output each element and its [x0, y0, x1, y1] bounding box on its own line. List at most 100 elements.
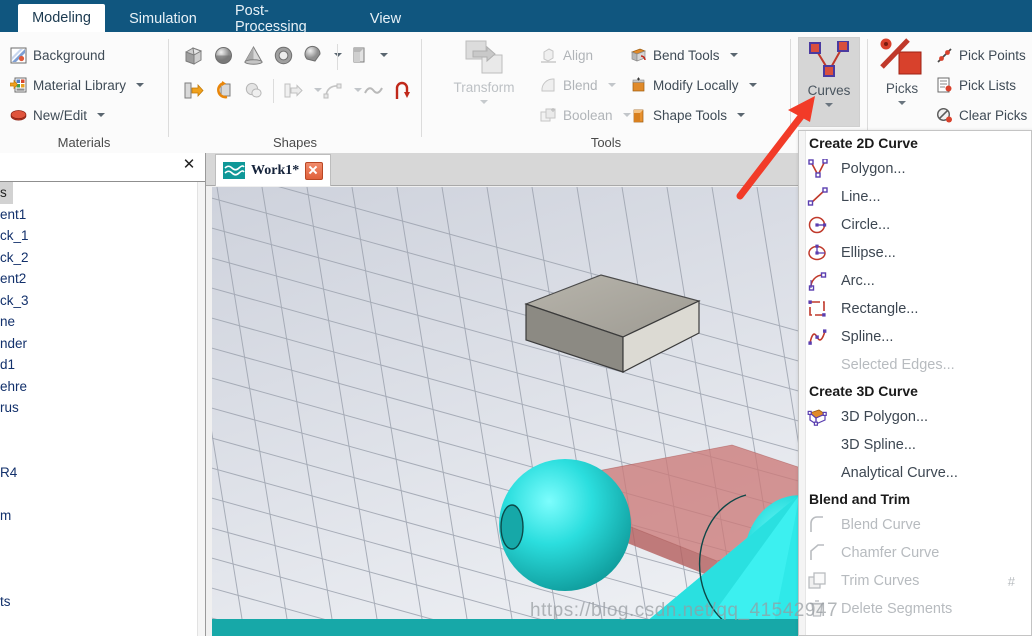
application-window: Modeling Simulation Post-Processing View…	[0, 0, 1032, 636]
menu-item-spline[interactable]: Spline...	[799, 323, 1031, 351]
shape-tools-button[interactable]: Shape Tools	[630, 104, 746, 126]
tree-item[interactable]	[0, 569, 205, 591]
tree-item[interactable]: ent1	[0, 204, 205, 226]
tab-view[interactable]: View	[358, 5, 413, 32]
cyan-sphere	[499, 459, 631, 591]
model-tree-scrollbar[interactable]	[197, 182, 205, 636]
menu-item-delete-segments: Delete Segments	[799, 595, 1031, 623]
menu-item-3d-spline[interactable]: 3D Spline...	[799, 431, 1031, 459]
chevron-down-icon[interactable]	[898, 101, 906, 105]
tree-item[interactable]: nder	[0, 333, 205, 355]
bend-tools-button[interactable]: Bend Tools	[630, 44, 738, 66]
chevron-down-icon[interactable]	[314, 88, 322, 92]
chevron-down-icon[interactable]	[480, 100, 488, 104]
helix-button[interactable]	[323, 79, 362, 101]
tab-modeling[interactable]: Modeling	[18, 4, 105, 32]
chevron-down-icon[interactable]	[97, 113, 106, 117]
tree-item[interactable]	[0, 526, 205, 548]
boolean-button[interactable]: Boolean	[540, 104, 631, 126]
close-icon[interactable]	[305, 161, 324, 180]
curves-button[interactable]: Curves	[798, 37, 860, 127]
bend-tools-label: Bend Tools	[653, 47, 720, 63]
menu-item-analytical-curve[interactable]: Analytical Curve...	[799, 459, 1031, 487]
shape-box-button[interactable]	[183, 44, 204, 66]
chevron-down-icon[interactable]	[354, 88, 362, 92]
tab-simulation[interactable]: Simulation	[113, 5, 213, 32]
tree-item[interactable]	[0, 548, 205, 570]
pick-lists-button[interactable]: Pick Lists	[936, 74, 1016, 96]
pick-points-button[interactable]: Pick Points	[936, 44, 1026, 66]
picks-icon	[880, 37, 924, 79]
blend-label: Blend	[563, 77, 598, 93]
close-icon[interactable]: ✕	[181, 157, 197, 173]
transform-button[interactable]: Transform	[436, 38, 532, 104]
wave-document-icon	[223, 162, 245, 179]
new-edit-button[interactable]: New/Edit	[10, 104, 106, 126]
tree-item[interactable]	[0, 419, 205, 441]
menu-item-line[interactable]: Line...	[799, 183, 1031, 211]
menu-item-circle[interactable]: Circle...	[799, 211, 1031, 239]
chevron-down-icon[interactable]	[607, 83, 616, 87]
tree-item[interactable]: ck_2	[0, 247, 205, 269]
blend-button[interactable]: Blend	[540, 74, 616, 96]
material-library-button[interactable]: Material Library	[9, 74, 145, 96]
model-tree-list[interactable]: s ent1 ck_1 ck_2 ent2 ck_3 ne nder d1 ehre rus R4 m t…	[0, 182, 205, 636]
sweep-button[interactable]	[243, 79, 264, 101]
tree-item[interactable]: s	[0, 182, 13, 204]
extrude-button[interactable]	[183, 79, 204, 101]
clear-picks-button[interactable]: Clear Picks	[936, 104, 1027, 126]
chevron-down-icon[interactable]	[380, 53, 388, 57]
tree-item[interactable]: R4	[0, 462, 205, 484]
rectangle-icon	[807, 299, 829, 319]
menu-item-polygon[interactable]: Polygon...	[799, 155, 1031, 183]
background-button[interactable]: Background	[10, 44, 105, 66]
menu-item-ellipse[interactable]: Ellipse...	[799, 239, 1031, 267]
modify-locally-button[interactable]: Modify Locally	[630, 74, 757, 96]
align-button[interactable]: Align	[540, 44, 593, 66]
tree-item[interactable]: ehre	[0, 376, 205, 398]
tree-item[interactable]: d1	[0, 354, 205, 376]
shape-cone-button[interactable]	[243, 44, 264, 66]
shape-torus-button[interactable]	[273, 44, 294, 66]
tree-item[interactable]: ent2	[0, 268, 205, 290]
revolve-button[interactable]	[213, 79, 234, 101]
picks-button[interactable]: Picks	[874, 37, 930, 105]
menu-item-label: Circle...	[841, 217, 891, 233]
menu-item-blend-curve: Blend Curve	[799, 511, 1031, 539]
chevron-down-icon[interactable]	[729, 53, 738, 57]
wave-curve-button[interactable]	[363, 79, 384, 101]
chevron-down-icon[interactable]	[748, 83, 757, 87]
menu-item-3d-polygon[interactable]: 3D Polygon...	[799, 403, 1031, 431]
tree-item[interactable]	[0, 440, 205, 462]
chevron-down-icon[interactable]	[136, 83, 145, 87]
tree-item[interactable]: ck_3	[0, 290, 205, 312]
menu-item-selected-edges: Selected Edges...	[799, 351, 1031, 379]
new-edit-label: New/Edit	[33, 107, 88, 123]
create-curve-menu[interactable]: Create 2D Curve Polygon... Line... Circle..…	[798, 130, 1032, 636]
chevron-down-icon[interactable]	[737, 113, 746, 117]
arc-icon	[807, 271, 829, 291]
loft-button[interactable]	[283, 79, 322, 101]
tree-item[interactable]: m	[0, 505, 205, 527]
shape-sphere-button[interactable]	[213, 44, 234, 66]
bend-curve-icon	[391, 80, 412, 101]
tab-post-processing[interactable]: Post-Processing	[221, 3, 349, 35]
chevron-down-icon[interactable]	[825, 103, 833, 107]
model-tree-panel: ✕ s ent1 ck_1 ck_2 ent2 ck_3 ne nder d1 ehre rus R4…	[0, 153, 206, 636]
tree-item[interactable]: ts	[0, 591, 205, 613]
document-tab-work1[interactable]: Work1*	[215, 154, 332, 186]
chevron-down-icon[interactable]	[334, 53, 342, 57]
tree-item[interactable]: ck_1	[0, 225, 205, 247]
menu-item-label: Selected Edges...	[841, 357, 955, 373]
tree-item[interactable]	[0, 483, 205, 505]
menu-item-rectangle[interactable]: Rectangle...	[799, 295, 1031, 323]
torus-icon	[273, 45, 294, 66]
tree-item[interactable]: rus	[0, 397, 205, 419]
shape-sheet-button[interactable]	[349, 44, 388, 66]
bend-curve-button[interactable]	[391, 79, 412, 101]
tree-item[interactable]: ne	[0, 311, 205, 333]
ribbon-group-shapes: Shapes	[169, 32, 421, 153]
picks-label: Picks	[885, 81, 919, 96]
blend-icon	[540, 77, 557, 94]
menu-item-arc[interactable]: Arc...	[799, 267, 1031, 295]
